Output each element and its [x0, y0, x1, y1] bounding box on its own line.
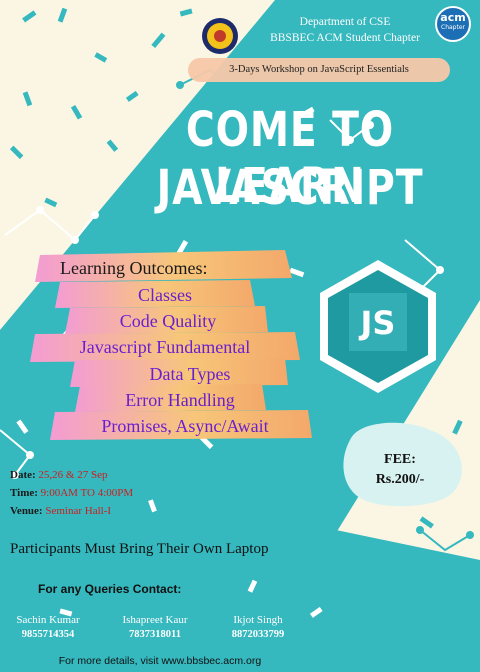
contact-name: Ishapreet Kaur — [122, 614, 188, 626]
outcome-item: Data Types — [149, 364, 231, 384]
date-label: Date: — [10, 469, 36, 481]
department-name: Department of CSE — [299, 16, 391, 28]
time-value: 9:00AM TO 4:00PM — [40, 487, 134, 499]
contact-name: Sachin Kumar — [16, 614, 80, 626]
event-time: Time: 9:00AM TO 4:00PM — [10, 487, 133, 499]
event-date: Date: 25,26 & 27 Sep — [10, 469, 107, 481]
contact-card: Ishapreet Kaur 7837318011 — [95, 614, 215, 640]
fee-label: FEE: — [384, 452, 416, 467]
outcome-item: Promises, Async/Await — [101, 416, 269, 436]
venue-value: Seminar Hall-I — [45, 505, 112, 517]
date-value: 25,26 & 27 Sep — [38, 469, 108, 481]
workshop-title: 3-Days Workshop on JavaScript Essentials — [229, 64, 409, 75]
college-logo — [202, 18, 238, 54]
background-art — [0, 0, 480, 672]
event-venue: Venue: Seminar Hall-I — [10, 505, 111, 517]
laptop-notice: Participants Must Bring Their Own Laptop — [10, 541, 269, 557]
outcome-item: Classes — [138, 285, 192, 305]
outcome-item: Code Quality — [119, 311, 217, 331]
contact-name: Ikjot Singh — [233, 614, 283, 626]
contact-phone: 7837318011 — [129, 629, 181, 640]
contact-phone: 9855714354 — [21, 629, 75, 640]
venue-label: Venue: — [10, 505, 43, 517]
js-badge-text: JS — [360, 304, 396, 342]
contact-phone: 8872033799 — [231, 629, 285, 640]
fee-value: Rs.200/- — [375, 472, 425, 487]
contacts-title: For any Queries Contact: — [38, 582, 182, 596]
department-header: Department of CSE BBSBEC ACM Student Cha… — [245, 14, 445, 46]
outcome-item: Error Handling — [125, 390, 235, 410]
outcomes-title: Learning Outcomes: — [60, 258, 208, 278]
headline-line-2: JAVASCRIPT — [156, 160, 424, 216]
poster: acm Chapter Department of CSE BBSBEC ACM… — [0, 0, 480, 672]
chapter-name: BBSBEC ACM Student Chapter — [270, 32, 420, 44]
outcome-item: Javascript Fundamental — [79, 337, 251, 357]
contact-card: Sachin Kumar 9855714354 — [0, 614, 108, 640]
footer-website: For more details, visit www.bbsbec.acm.o… — [58, 655, 262, 667]
contact-card: Ikjot Singh 8872033799 — [198, 614, 318, 640]
time-label: Time: — [10, 487, 38, 499]
